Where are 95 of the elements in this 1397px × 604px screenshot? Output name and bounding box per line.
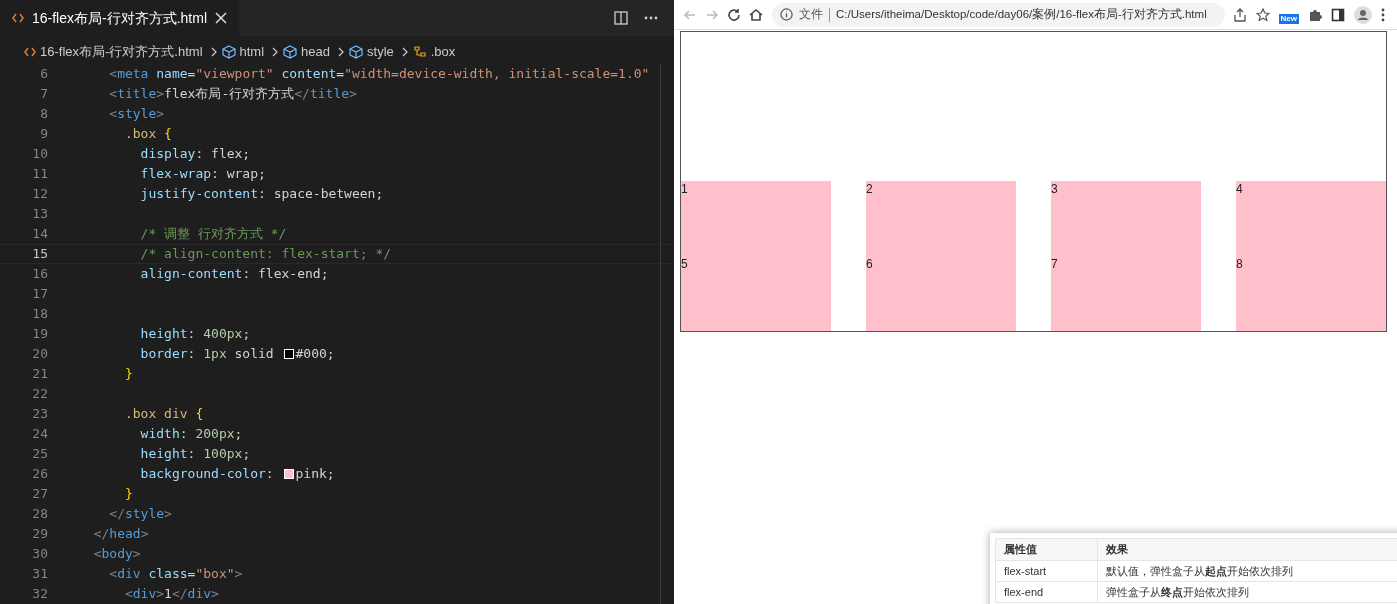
line-number: 11 [31,165,49,184]
chevron-icon [272,47,280,57]
code-line: <meta name="viewport" content="width=device-width, initial-scale=1.0" [108,65,650,84]
line-number: 22 [31,385,49,404]
sidebar-icon[interactable] [1331,7,1345,22]
split-editor-icon[interactable] [614,11,628,25]
code-line: display: flex; [139,145,251,164]
star-icon[interactable] [1255,7,1270,22]
breadcrumb-item[interactable]: style [367,42,394,62]
line-number: 13 [31,205,49,224]
code-file-icon [12,13,24,23]
reload-icon[interactable] [726,6,742,23]
line-number: 10 [31,145,49,164]
code-line: background-color: pink; [139,465,335,484]
code-line: <div>1</div> [123,585,219,604]
line-number: 6 [39,65,49,84]
chevron-icon [401,47,409,57]
cube-icon [283,45,298,59]
symbol-icon [412,45,427,59]
code-line: border: 1px solid #000; [139,345,335,364]
line-number: 26 [31,465,49,484]
code-line: /* align-content: flex-start; */ [139,245,392,264]
line-number: 25 [31,445,49,464]
line-number: 15 [31,245,49,264]
tab-label: 16-flex布局-行对齐方式.html [32,8,208,28]
close-icon[interactable] [215,12,228,24]
box-number: 5 [681,256,689,272]
line-number: 16 [31,265,49,284]
box-number: 6 [866,256,874,272]
chevron-icon [210,47,218,57]
code-line: .box div { [123,405,204,424]
column-header: 效果 [1097,538,1397,561]
breadcrumb-item[interactable]: .box [430,42,456,62]
info-icon[interactable] [780,8,793,21]
file-scheme-label: 文件 [799,6,823,22]
address-bar[interactable]: 文件 C:/Users/itheima/Desktop/code/day06/案例/16-flex布局-行对齐方式.html [772,2,1225,27]
url-text: C:/Users/itheima/Desktop/code/day06/案例/16-flex布局-行对齐方式.html [836,6,1207,22]
line-number: 7 [39,85,49,104]
breadcrumb-item[interactable]: html [239,42,265,62]
code-line: height: 100px; [139,445,251,464]
line-number: 18 [31,305,49,324]
line-number: 21 [31,365,49,384]
code-line: <div class="box"> [108,565,243,584]
column-header: 属性值 [995,538,1098,561]
line-number: 8 [39,105,49,124]
code-line: .box { [123,125,172,144]
table-cell: flex-start [995,560,1098,582]
box-number: 2 [866,181,874,197]
line-number: 32 [31,585,49,604]
code-line: <title>flex布局-行对齐方式</title> [108,85,357,104]
code-line: /* 调整 行对齐方式 */ [139,225,287,244]
code-line: </head> [92,525,149,544]
line-number: 27 [31,485,49,504]
line-number: 31 [31,565,49,584]
code-line: height: 400px; [139,325,251,344]
profile-icon[interactable] [1354,5,1372,24]
code-line: width: 200px; [139,425,243,444]
menu-icon[interactable] [1381,7,1385,22]
box-number: 3 [1051,181,1059,197]
box-number: 8 [1236,256,1244,272]
line-number: 24 [31,425,49,444]
code-line: flex-wrap: wrap; [139,165,266,184]
line-number: 9 [39,125,49,144]
chevron-icon [338,47,345,57]
code-line: justify-content: space-between; [139,185,384,204]
table-cell: flex-end [995,581,1098,603]
breadcrumb-item[interactable]: head [301,42,330,62]
editor-tab[interactable]: 16-flex布局-行对齐方式.html [0,0,240,36]
box-number: 4 [1236,181,1244,197]
line-number: 30 [31,545,49,564]
code-line: </style> [108,505,172,524]
line-number: 19 [31,325,49,344]
new-extension-badge[interactable]: New [1278,13,1299,24]
line-number: 28 [31,505,49,524]
code-line: } [123,365,133,384]
code-file-icon [24,47,36,57]
breadcrumb-item[interactable]: 16-flex布局-行对齐方式.html [40,42,203,62]
share-icon[interactable] [1232,7,1247,22]
line-number: 17 [31,285,49,304]
cube-icon [221,45,236,59]
puzzle-icon[interactable] [1308,7,1322,22]
code-line: <style> [108,105,165,124]
line-number: 14 [31,225,49,244]
line-number: 29 [31,525,49,544]
line-number: 12 [31,185,49,204]
home-icon[interactable] [748,6,764,23]
code-line: <body> [92,545,141,564]
box-number: 7 [1051,256,1059,272]
more-icon[interactable] [644,16,658,20]
box-number: 1 [681,181,689,197]
cube-icon [349,45,363,59]
code-line: align-content: flex-end; [139,265,329,284]
line-number: 23 [31,405,49,424]
code-line: } [123,485,133,504]
line-number: 20 [31,345,49,364]
